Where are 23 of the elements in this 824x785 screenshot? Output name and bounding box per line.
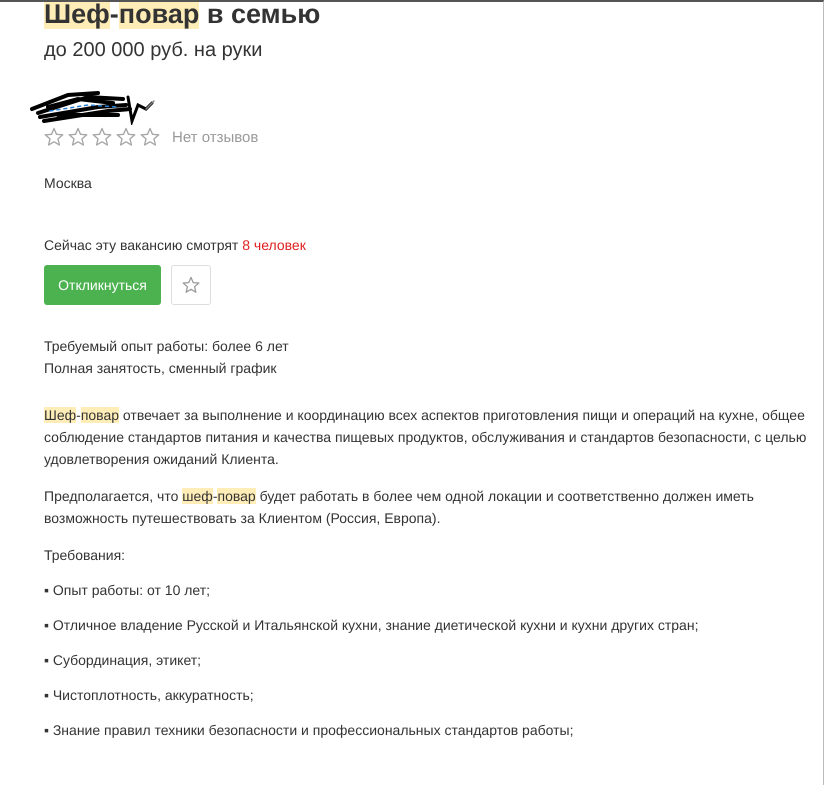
requirement-item: ▪ Знание правил техники безопасности и профессиональных стандартов работы; xyxy=(44,721,574,740)
viewers-text: Сейчас эту вакансию смотрят 8 человек xyxy=(44,236,307,255)
salary-text: до 200 000 руб. на руки xyxy=(44,38,264,63)
favorite-button[interactable] xyxy=(171,265,211,305)
section-heading: Требования: xyxy=(44,546,126,565)
requirement-item: ▪ Опыт работы: от 10 лет; xyxy=(44,581,212,600)
star-icon xyxy=(68,127,88,147)
requirement-item: ▪ Субординация, этикет; xyxy=(44,651,202,670)
star-icon xyxy=(140,127,160,147)
city-text: Москва xyxy=(44,175,93,191)
vacancy-title: Шеф-повар в семью xyxy=(44,2,322,31)
respond-button[interactable]: Откликнуться xyxy=(44,265,161,305)
reviews-count: Нет отзывов xyxy=(172,128,258,146)
star-icon xyxy=(182,276,200,294)
star-icon xyxy=(44,127,64,147)
requirement-item: ▪ Отличное владение Русской и Итальянской кухни, знание диетической кухни и кухни других стран; xyxy=(44,616,700,635)
condition-text: Требуемый опыт работы: более 6 лет xyxy=(44,337,290,356)
requirement-item: ▪ Чистоплотность, аккуратность; xyxy=(44,686,255,705)
star-icon xyxy=(92,127,112,147)
description-paragraph: Предполагается, что шеф-повар будет работать в более чем одной локации и соответственно должен иметь возможность путешествовать за Клиентом (Россия, Европа). xyxy=(44,487,755,528)
condition-text: Полная занятость, сменный график xyxy=(44,359,278,378)
description-paragraph: Шеф-повар отвечает за выполнение и координацию всех аспектов приготовления пищи и операций на кухне, общее соблюдение стандартов питания и качества пищевых продуктов, обслуживания и стандартов безопасности, с целью удовлетворения ожиданий Клиента. xyxy=(44,406,808,469)
star-icon xyxy=(116,127,136,147)
